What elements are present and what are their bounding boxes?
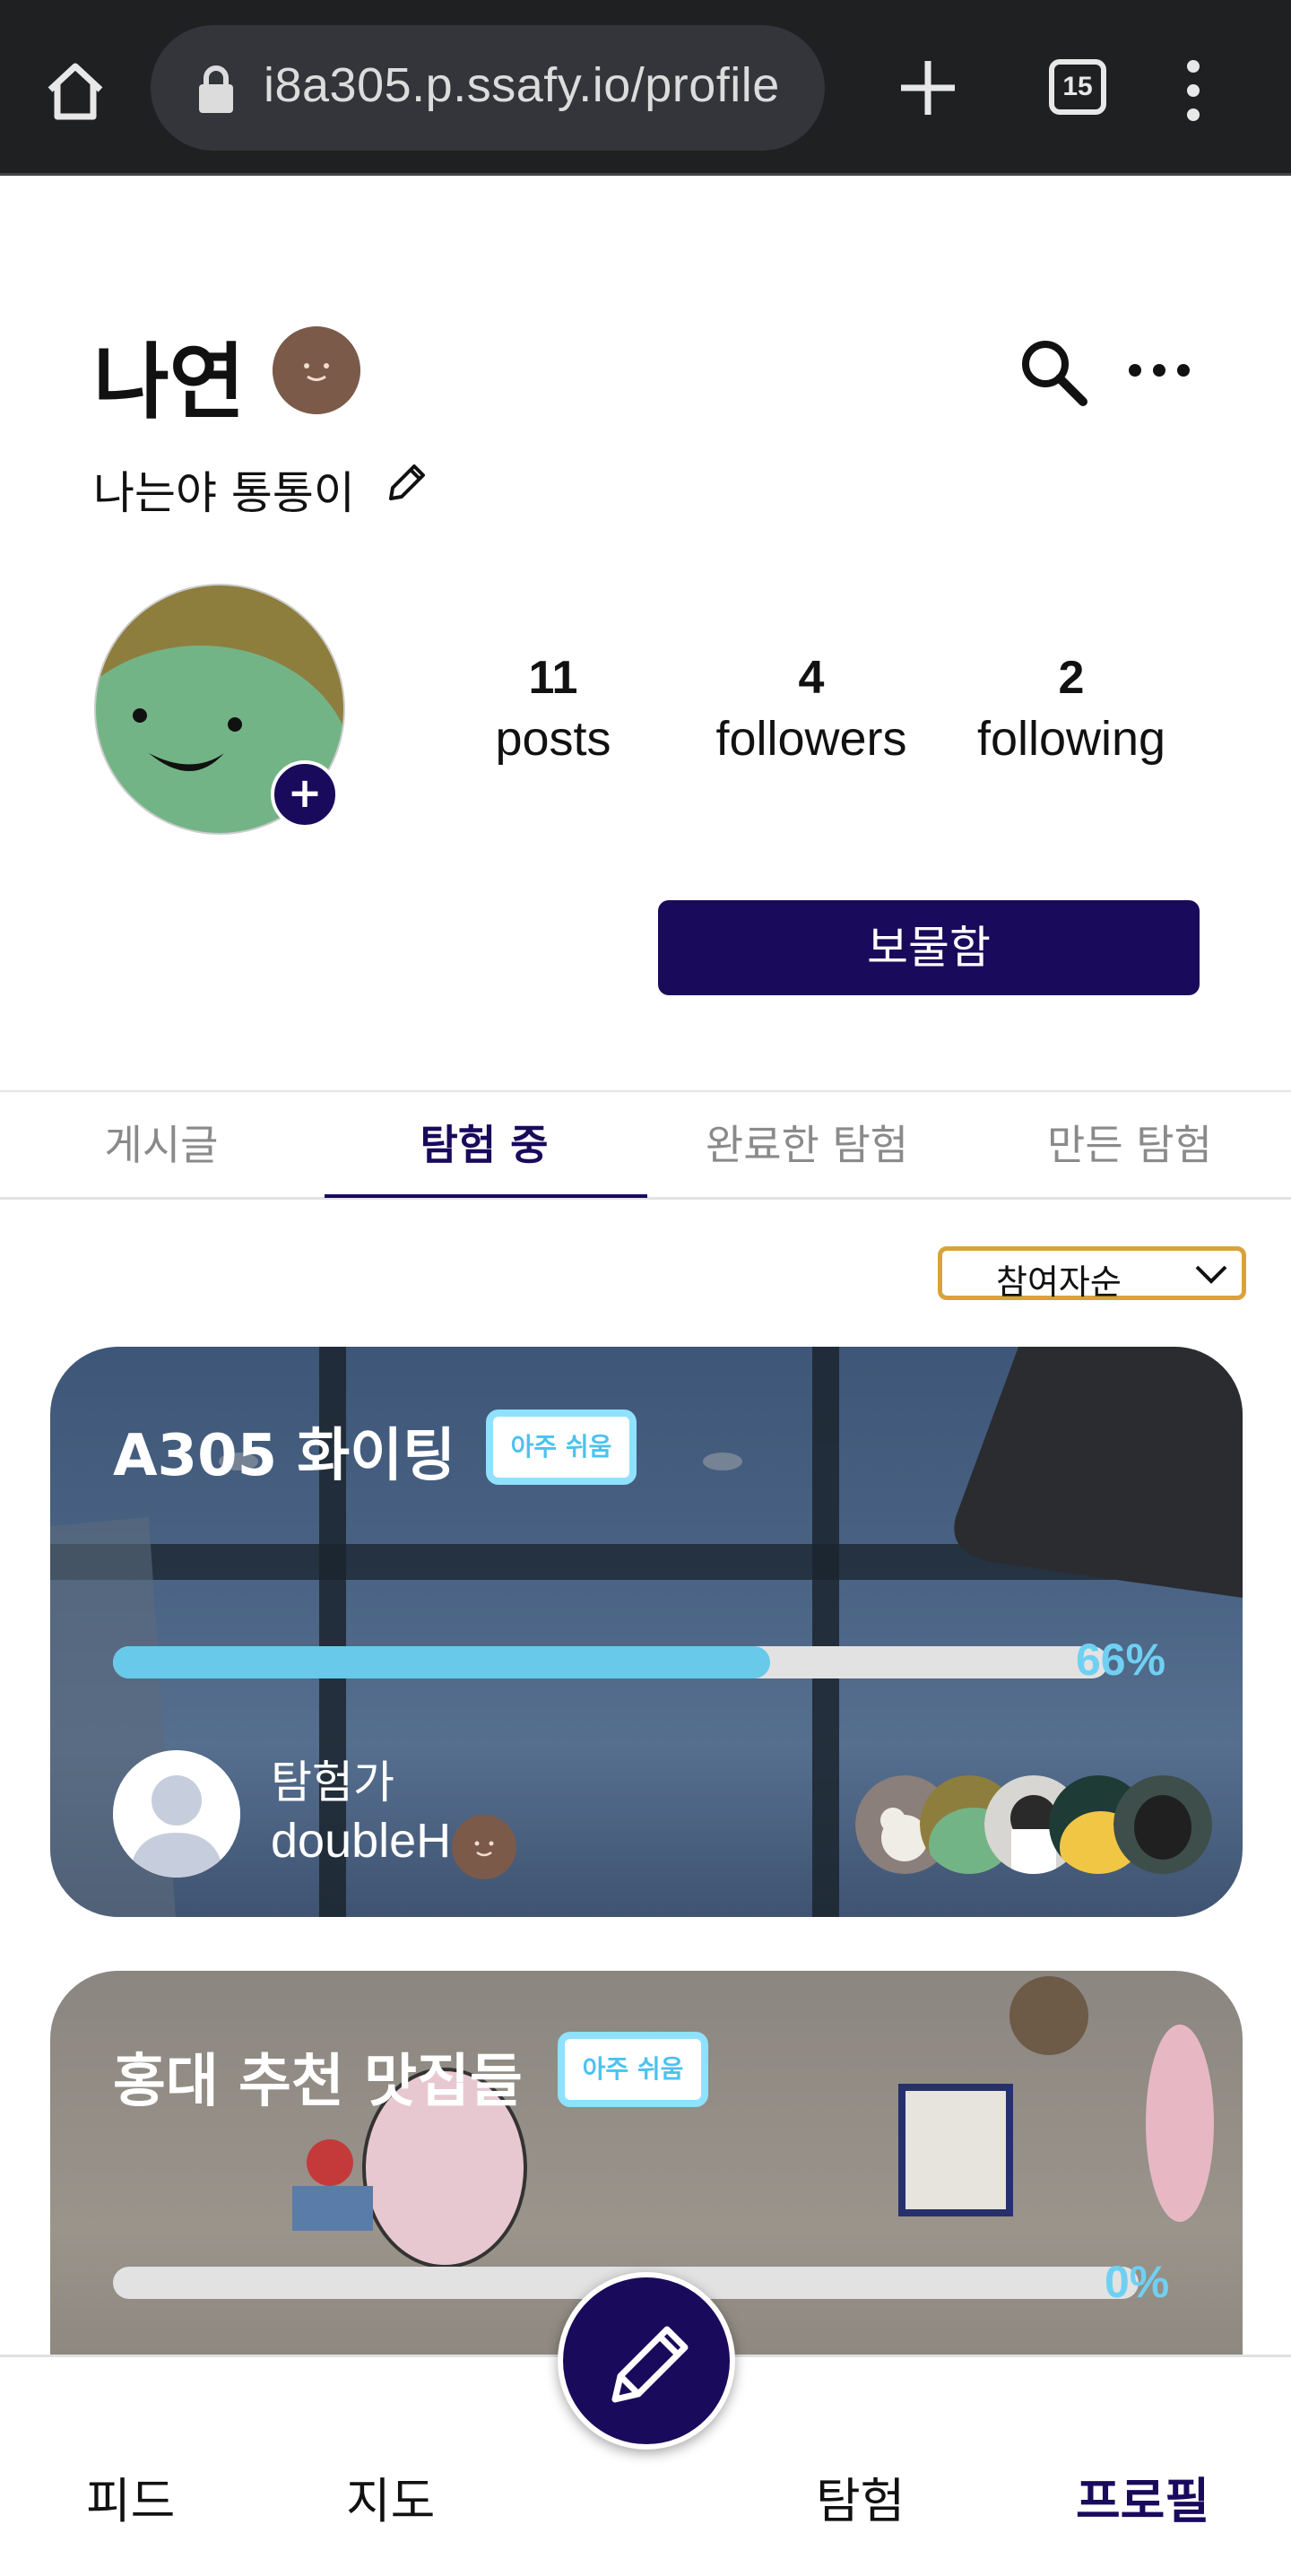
nav-feed[interactable]: 피드 [86, 2461, 175, 2532]
menu-icon[interactable] [1180, 59, 1207, 122]
nav-explore[interactable]: 탐험 [816, 2461, 905, 2532]
nav-profile[interactable]: 프로필 [1076, 2461, 1209, 2532]
tab-created[interactable]: 만든 탐험 [968, 1092, 1291, 1198]
profile-bio: 나는야 통통이 [93, 467, 355, 519]
stat-following[interactable]: 2 following [959, 649, 1183, 771]
expedition-card[interactable]: A305 화이팅 아주 쉬움 66% 탐험가 doubleH [50, 1347, 1243, 1917]
address-bar[interactable]: i8a305.p.ssafy.io/profile [151, 25, 825, 151]
leader-name: doubleH [271, 1814, 452, 1868]
difficulty-badge: 아주 쉬움 [486, 1409, 637, 1485]
tabs-icon[interactable]: 15 [1049, 59, 1106, 115]
sort-select[interactable]: 참여자순 [938, 1246, 1246, 1302]
edit-icon[interactable] [384, 459, 429, 506]
stat-value: 11 [528, 652, 578, 704]
face-emoji-icon [452, 1815, 516, 1879]
plus-icon[interactable] [897, 52, 959, 124]
browser-toolbar: i8a305.p.ssafy.io/profile 15 [0, 0, 1291, 176]
progress-fill [113, 1646, 770, 1678]
difficulty-badge: 아주 쉬움 [558, 2032, 708, 2107]
url-text: i8a305.p.ssafy.io/profile [264, 58, 780, 112]
home-icon[interactable] [39, 56, 111, 127]
active-tab-indicator [325, 1194, 647, 1198]
sort-selected-value: 참여자순 [996, 1262, 1122, 1302]
member-avatar [1113, 1775, 1212, 1874]
member-avatars[interactable] [855, 1775, 1232, 1874]
tab-completed[interactable]: 완료한 탐험 [646, 1092, 968, 1198]
stat-posts[interactable]: 11 posts [441, 649, 665, 771]
nav-map[interactable]: 지도 [346, 2461, 435, 2532]
tab-exploring[interactable]: 탐험 중 [323, 1092, 646, 1198]
treasure-box-button[interactable]: 보물함 [658, 900, 1200, 995]
leader-role: 탐험가 [271, 1756, 394, 1808]
stat-value: 4 [798, 652, 825, 704]
stat-label: posts [495, 712, 611, 766]
stat-followers[interactable]: 4 followers [699, 649, 923, 771]
pencil-icon [611, 2326, 689, 2403]
stat-value: 2 [1058, 652, 1085, 704]
stat-label: followers [715, 712, 907, 766]
chevron-down-icon [1195, 1265, 1227, 1284]
profile-name: 나연 [93, 334, 246, 430]
lock-icon [199, 65, 233, 113]
card-title: 홍대 추천 맛집들 [113, 2049, 523, 2115]
profile-tabs: 게시글 탐험 중 완료한 탐험 만든 탐험 [0, 1090, 1291, 1200]
tab-posts[interactable]: 게시글 [0, 1092, 323, 1198]
progress-percent: 66% [1076, 1635, 1166, 1685]
leader-avatar[interactable] [113, 1750, 240, 1878]
write-button[interactable] [558, 2272, 735, 2450]
stat-label: following [976, 712, 1166, 766]
progress-bar [113, 1646, 1108, 1678]
more-icon[interactable] [1126, 357, 1192, 384]
add-avatar-button[interactable]: + [271, 760, 339, 828]
card-title: A305 화이팅 [113, 1423, 456, 1489]
search-icon[interactable] [1017, 335, 1090, 409]
face-emoji-icon [273, 326, 360, 414]
progress-percent: 0% [1105, 2257, 1170, 2307]
